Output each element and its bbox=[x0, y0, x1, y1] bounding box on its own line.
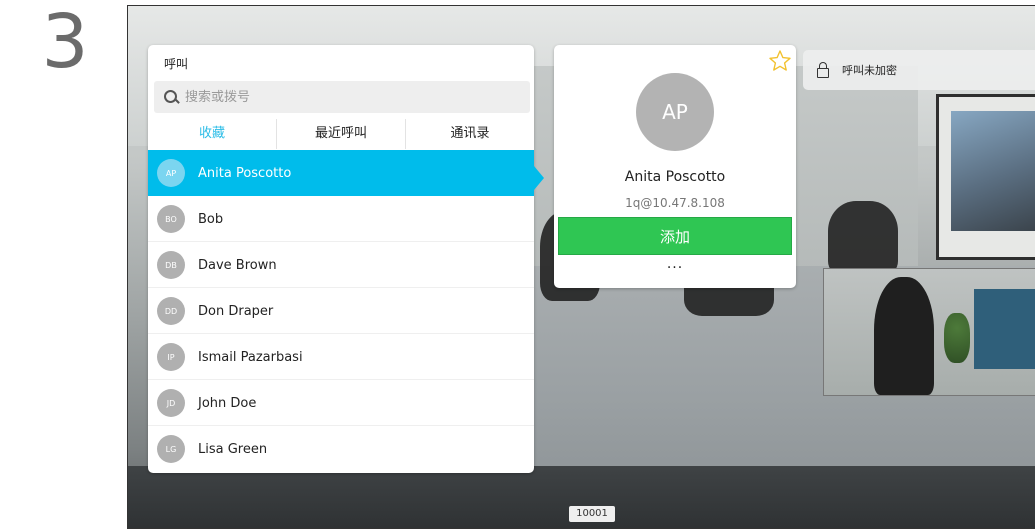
tab-directory[interactable]: 通讯录 bbox=[406, 119, 534, 149]
pip-plant bbox=[944, 313, 970, 363]
contact-row-don-draper[interactable]: DD Don Draper bbox=[148, 288, 534, 334]
search-box[interactable] bbox=[154, 81, 530, 113]
encryption-text: 呼叫未加密 bbox=[842, 64, 897, 77]
tab-favorites[interactable]: 收藏 bbox=[148, 119, 277, 149]
search-icon bbox=[163, 89, 179, 105]
contact-row-john-doe[interactable]: JD John Doe bbox=[148, 380, 534, 426]
search-input[interactable] bbox=[183, 88, 517, 106]
contact-list: AP Anita Poscotto BO Bob DB Dave Brown D… bbox=[148, 150, 534, 472]
call-id-label: 10001 bbox=[569, 506, 615, 522]
contact-name: Dave Brown bbox=[198, 257, 277, 273]
selection-pointer bbox=[534, 166, 544, 190]
lock-open-icon bbox=[816, 62, 830, 78]
pip-wall-panel bbox=[974, 289, 1035, 369]
contact-row-anita-poscotto[interactable]: AP Anita Poscotto bbox=[148, 150, 534, 196]
avatar: LG bbox=[157, 435, 185, 463]
contact-card-address: 1q@10.47.8.108 bbox=[625, 196, 725, 210]
call-tabs: 收藏 最近呼叫 通讯录 bbox=[148, 119, 534, 149]
contact-row-ismail-pazarbasi[interactable]: IP Ismail Pazarbasi bbox=[148, 334, 534, 380]
self-view-pip[interactable] bbox=[823, 268, 1035, 396]
contact-name: Lisa Green bbox=[198, 441, 268, 457]
star-outline-icon[interactable] bbox=[768, 49, 792, 73]
avatar: BO bbox=[157, 205, 185, 233]
participant-silhouette bbox=[828, 201, 898, 276]
contact-name: Bob bbox=[198, 211, 224, 227]
contact-row-dave-brown[interactable]: DB Dave Brown bbox=[148, 242, 534, 288]
add-button[interactable]: 添加 bbox=[558, 217, 792, 255]
avatar: DD bbox=[157, 297, 185, 325]
painting-image bbox=[951, 111, 1035, 231]
panel-title: 呼叫 bbox=[164, 57, 189, 71]
step-number: 3 bbox=[41, 0, 89, 85]
call-panel: 呼叫 收藏 最近呼叫 通讯录 AP Anita Poscotto BO Bob … bbox=[148, 45, 534, 473]
wall-painting bbox=[936, 94, 1035, 260]
contact-row-bob[interactable]: BO Bob bbox=[148, 196, 534, 242]
avatar: JD bbox=[157, 389, 185, 417]
contact-card: AP Anita Poscotto 1q@10.47.8.108 添加 ... bbox=[554, 45, 796, 288]
contact-name: Don Draper bbox=[198, 303, 274, 319]
contact-avatar: AP bbox=[636, 73, 714, 151]
more-options-button[interactable]: ... bbox=[554, 256, 796, 272]
pip-person-silhouette bbox=[874, 277, 934, 395]
contact-row-lisa-green[interactable]: LG Lisa Green bbox=[148, 426, 534, 472]
avatar: AP bbox=[157, 159, 185, 187]
encryption-status: 呼叫未加密 bbox=[803, 50, 1035, 90]
contact-name: Ismail Pazarbasi bbox=[198, 349, 303, 365]
tab-recents[interactable]: 最近呼叫 bbox=[277, 119, 406, 149]
contact-name: Anita Poscotto bbox=[198, 165, 292, 181]
avatar: DB bbox=[157, 251, 185, 279]
video-screen: 呼叫 收藏 最近呼叫 通讯录 AP Anita Poscotto BO Bob … bbox=[127, 5, 1035, 529]
avatar: IP bbox=[157, 343, 185, 371]
contact-name: John Doe bbox=[198, 395, 257, 411]
contact-card-name: Anita Poscotto bbox=[624, 169, 726, 185]
